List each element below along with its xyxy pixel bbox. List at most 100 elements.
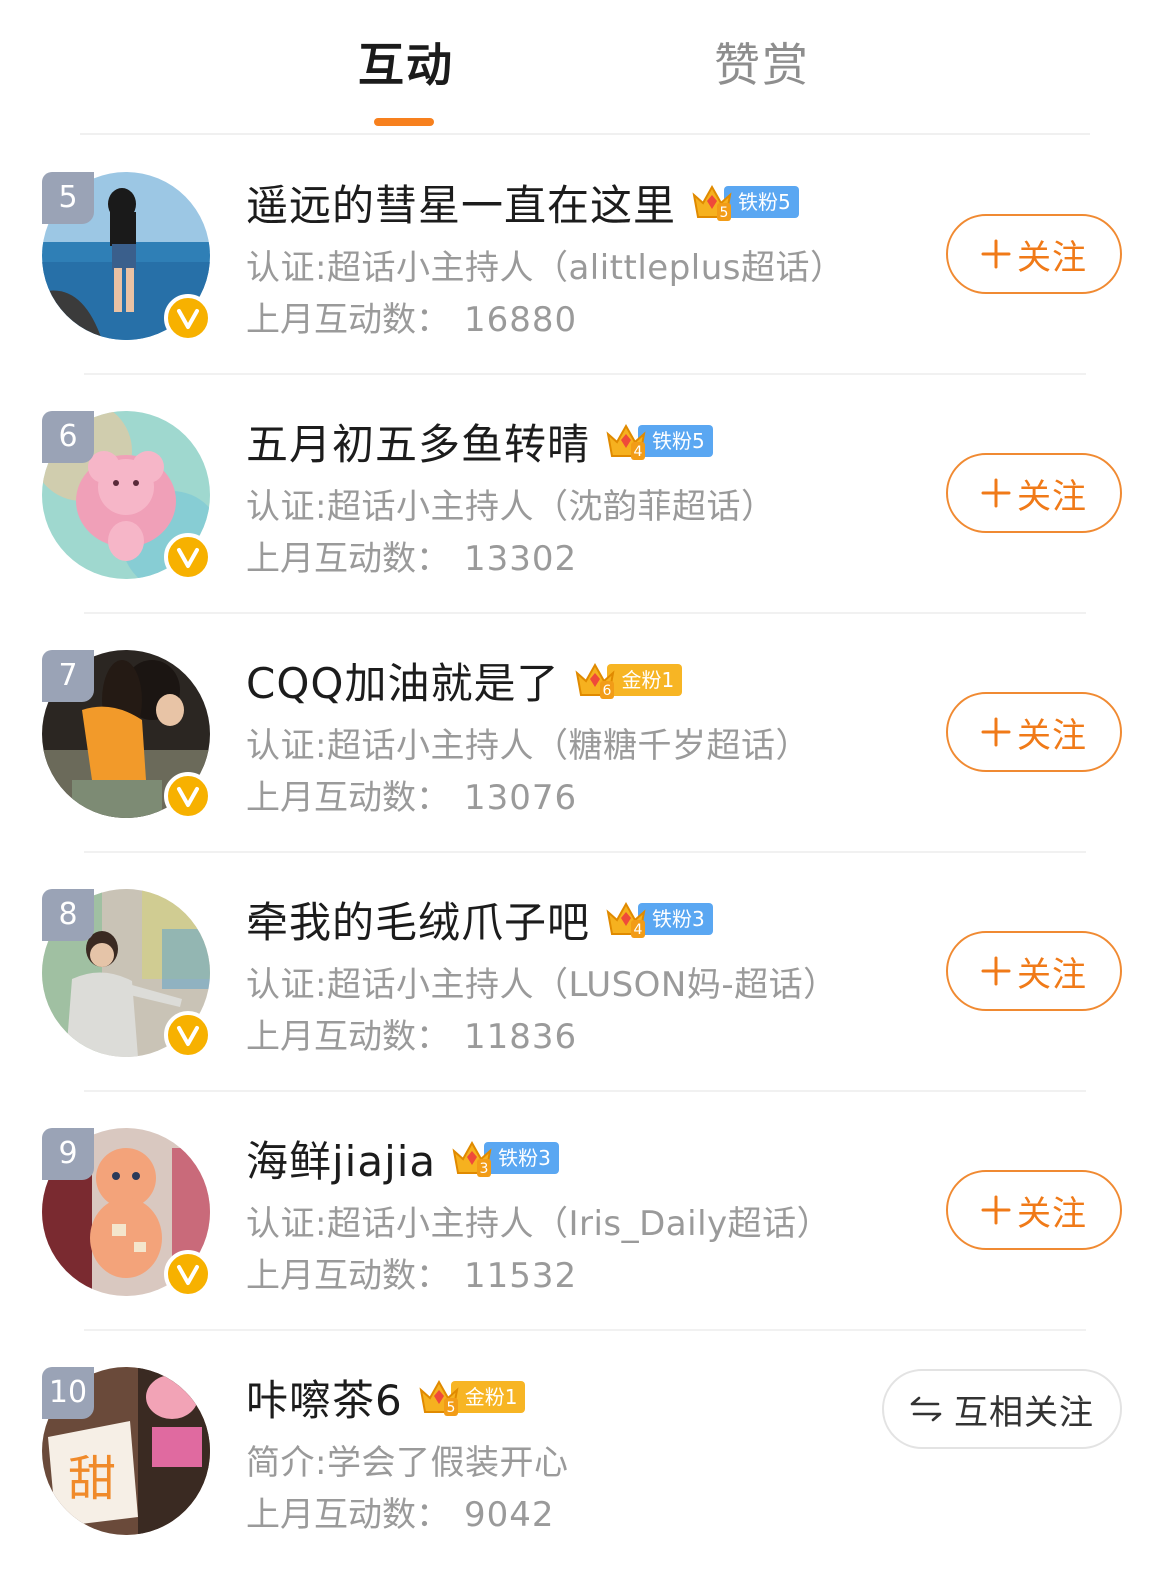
list-item[interactable]: 8 牵我的毛绒爪子吧 4 铁粉3 认证:超话小主持人（LUSON妈-超话） 上月… xyxy=(0,853,1170,1092)
swap-icon xyxy=(910,1396,942,1422)
fan-tag: 铁粉3 xyxy=(638,903,713,935)
user-description: 认证:超话小主持人（LUSON妈-超话） xyxy=(246,965,838,1005)
name-line: 咔嚓茶6 5 金粉1 xyxy=(246,1367,526,1428)
follow-button[interactable]: 关注 xyxy=(946,453,1122,533)
count-label: 上月互动数： xyxy=(246,1256,450,1296)
crown-icon: 4 xyxy=(604,420,648,462)
crown-level: 4 xyxy=(634,922,643,938)
rank-badge: 9 xyxy=(42,1128,94,1180)
mutual-follow-label: 互相关注 xyxy=(954,1392,1094,1433)
user-name[interactable]: CQQ加油就是了 xyxy=(246,650,559,711)
interaction-count-line: 上月互动数： 9042 xyxy=(246,1487,555,1536)
active-tab-indicator xyxy=(374,118,434,126)
count-value: 16880 xyxy=(464,300,578,340)
list-item[interactable]: 7 CQQ加油就是了 6 金粉1 认证:超话小主持人（糖糖千岁超话） 上月互动数… xyxy=(0,614,1170,853)
count-value: 9042 xyxy=(464,1495,555,1535)
verified-icon xyxy=(164,772,212,820)
divider xyxy=(80,133,1090,135)
count-value: 11836 xyxy=(464,1017,578,1057)
fan-level-badge: 3 铁粉3 xyxy=(450,1138,559,1178)
name-line: 牵我的毛绒爪子吧 4 铁粉3 xyxy=(246,891,713,947)
crown-icon: 6 xyxy=(573,659,617,701)
name-line: 遥远的彗星一直在这里 5 铁粉5 xyxy=(246,174,799,230)
crown-icon: 5 xyxy=(417,1376,461,1418)
fan-tag: 金粉1 xyxy=(450,1381,526,1413)
plus-icon xyxy=(981,478,1011,508)
fan-level-badge: 4 铁粉5 xyxy=(604,421,713,461)
avatar-container[interactable]: 甜 10 xyxy=(42,1367,210,1535)
user-name[interactable]: 牵我的毛绒爪子吧 xyxy=(246,889,590,950)
user-name[interactable]: 遥远的彗星一直在这里 xyxy=(246,172,676,233)
follow-button[interactable]: 关注 xyxy=(946,1170,1122,1250)
avatar-container[interactable]: 5 xyxy=(42,172,212,342)
count-value: 11532 xyxy=(464,1256,578,1296)
avatar-container[interactable]: 8 xyxy=(42,889,212,1059)
name-line: 海鲜jiajia 3 铁粉3 xyxy=(246,1130,559,1186)
count-label: 上月互动数： xyxy=(246,539,450,579)
rank-badge: 5 xyxy=(42,172,94,224)
fan-level-badge: 5 金粉1 xyxy=(417,1377,526,1417)
rank-badge: 8 xyxy=(42,889,94,941)
plus-icon xyxy=(981,956,1011,986)
count-value: 13302 xyxy=(464,539,578,579)
tab-reward[interactable]: 赞赏 xyxy=(712,30,812,100)
mutual-follow-button[interactable]: 互相关注 xyxy=(882,1369,1122,1449)
crown-level: 6 xyxy=(603,683,612,699)
user-name[interactable]: 五月初五多鱼转晴 xyxy=(246,411,590,472)
interaction-count-line: 上月互动数： 13076 xyxy=(246,770,577,819)
crown-icon: 5 xyxy=(690,181,734,223)
list-item[interactable]: 6 五月初五多鱼转晴 4 铁粉5 认证:超话小主持人（沈韵菲超话） 上月互动数：… xyxy=(0,375,1170,614)
user-description: 认证:超话小主持人（alittleplus超话） xyxy=(246,248,845,288)
tab-interaction[interactable]: 互动 xyxy=(356,30,456,100)
crown-level: 4 xyxy=(634,444,643,460)
follow-label: 关注 xyxy=(1017,237,1087,278)
interaction-count-line: 上月互动数： 13302 xyxy=(246,531,577,580)
avatar-container[interactable]: 9 xyxy=(42,1128,212,1298)
list-item[interactable]: 甜 10 咔嚓茶6 5 金粉1 简介:学会了假装开心 上月互动数： 9042 互… xyxy=(0,1331,1170,1570)
plus-icon xyxy=(981,239,1011,269)
fan-tag: 铁粉5 xyxy=(638,425,713,457)
list-item[interactable]: 5 遥远的彗星一直在这里 5 铁粉5 认证:超话小主持人（alittleplus… xyxy=(0,136,1170,375)
interaction-count-line: 上月互动数： 16880 xyxy=(246,292,577,341)
follow-button[interactable]: 关注 xyxy=(946,214,1122,294)
name-line: 五月初五多鱼转晴 4 铁粉5 xyxy=(246,413,713,469)
crown-icon: 4 xyxy=(604,898,648,940)
crown-icon: 3 xyxy=(450,1137,494,1179)
user-description: 认证:超话小主持人（Iris_Daily超话） xyxy=(246,1204,832,1244)
list-item[interactable]: 9 海鲜jiajia 3 铁粉3 认证:超话小主持人（Iris_Daily超话）… xyxy=(0,1092,1170,1331)
user-description: 认证:超话小主持人（沈韵菲超话） xyxy=(246,487,776,527)
fan-level-badge: 5 铁粉5 xyxy=(690,182,799,222)
follow-label: 关注 xyxy=(1017,715,1087,756)
fan-level-badge: 6 金粉1 xyxy=(573,659,683,701)
fan-list: 5 遥远的彗星一直在这里 5 铁粉5 认证:超话小主持人（alittleplus… xyxy=(0,136,1170,1570)
follow-label: 关注 xyxy=(1017,1193,1087,1234)
fan-level-badge: 4 铁粉3 xyxy=(604,899,713,939)
user-description: 简介:学会了假装开心 xyxy=(246,1443,569,1483)
user-name[interactable]: 海鲜jiajia xyxy=(246,1128,436,1189)
verified-icon xyxy=(164,1011,212,1059)
avatar-container[interactable]: 6 xyxy=(42,411,212,581)
count-label: 上月互动数： xyxy=(246,300,450,340)
avatar-container[interactable]: 7 xyxy=(42,650,212,820)
interaction-count-line: 上月互动数： 11836 xyxy=(246,1009,577,1058)
tab-bar: 互动 赞赏 xyxy=(0,0,1170,135)
count-value: 13076 xyxy=(464,778,578,818)
svg-text:甜: 甜 xyxy=(68,1451,116,1507)
follow-label: 关注 xyxy=(1017,954,1087,995)
verified-icon xyxy=(164,533,212,581)
user-name[interactable]: 咔嚓茶6 xyxy=(246,1367,403,1428)
count-label: 上月互动数： xyxy=(246,1495,450,1535)
rank-badge: 7 xyxy=(42,650,94,702)
fan-tag: 铁粉5 xyxy=(724,186,799,218)
crown-level: 5 xyxy=(446,1400,455,1416)
count-label: 上月互动数： xyxy=(246,778,450,818)
verified-icon xyxy=(164,1250,212,1298)
user-description: 认证:超话小主持人（糖糖千岁超话） xyxy=(246,726,810,766)
follow-button[interactable]: 关注 xyxy=(946,692,1122,772)
rank-badge: 10 xyxy=(42,1367,94,1419)
fan-tag: 铁粉3 xyxy=(484,1142,559,1174)
name-line: CQQ加油就是了 6 金粉1 xyxy=(246,650,683,711)
fan-tag: 金粉1 xyxy=(607,664,683,696)
plus-icon xyxy=(981,717,1011,747)
follow-button[interactable]: 关注 xyxy=(946,931,1122,1011)
